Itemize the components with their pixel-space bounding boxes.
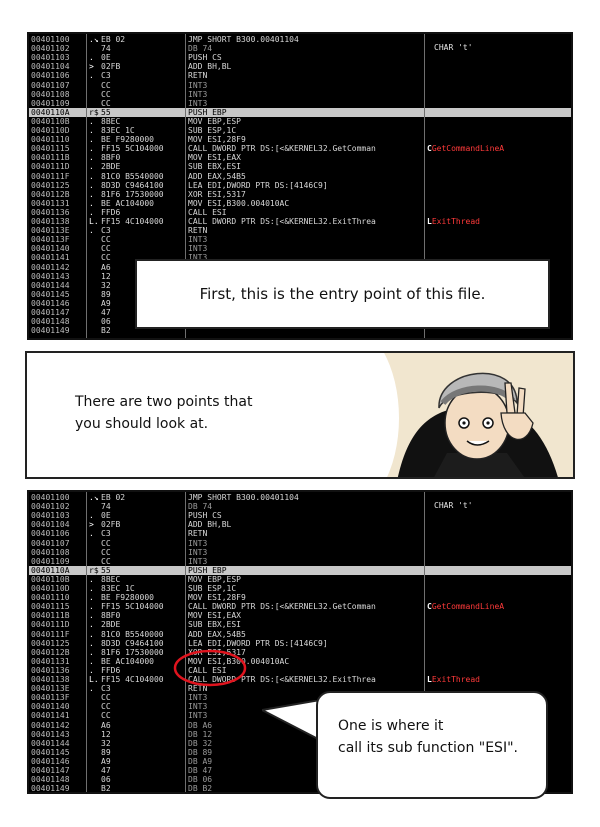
face-shape: [444, 386, 510, 460]
char-comment: CHAR 't': [434, 43, 473, 52]
narration-line-2: you should look at.: [75, 416, 209, 432]
api-name: ExitThread: [431, 217, 480, 226]
char-comment: CHAR 't': [434, 501, 473, 510]
character-illustration: [397, 372, 558, 477]
debugger-panel-top: 00401100 .↘ EB 02 JMP SHORT B300.00401104 00…: [27, 32, 573, 340]
highlight-circle: [173, 649, 247, 687]
narration-line-1: There are two points that: [75, 394, 253, 410]
character-panel: There are two points that you should loo…: [25, 351, 575, 479]
bubble-text: One is where it call its sub function "E…: [338, 715, 518, 759]
narration-text: There are two points that you should loo…: [75, 391, 252, 435]
address-cell: 00401149: [31, 326, 70, 336]
address-cell: 00401149: [31, 784, 70, 794]
column-divider: [86, 492, 87, 792]
caption-box: First, this is the entry point of this f…: [135, 259, 550, 329]
hex-cell: B2: [101, 784, 111, 794]
api-name: ExitThread: [431, 675, 480, 684]
api-name: GetCommandLineA: [431, 602, 505, 612]
column-divider: [185, 492, 186, 792]
speech-bubble: One is where it call its sub function "E…: [316, 691, 548, 799]
bubble-line-1: One is where it: [338, 718, 444, 734]
column-divider: [86, 34, 87, 338]
bubble-line-2: call its sub function "ESI".: [338, 740, 518, 756]
speech-bubble-tail: [262, 700, 321, 742]
background-curve: [289, 353, 399, 477]
caption-text: First, this is the entry point of this f…: [199, 285, 486, 303]
api-name: GetCommandLineA: [431, 144, 505, 154]
